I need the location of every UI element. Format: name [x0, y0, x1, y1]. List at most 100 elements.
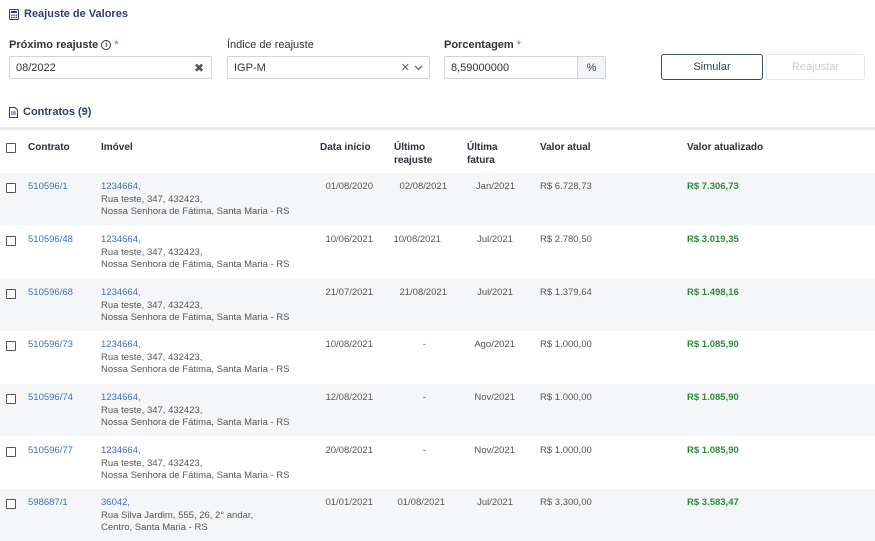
- address-line1: Rua teste, 347, 432423,: [101, 193, 203, 205]
- percent-addon: %: [577, 57, 605, 78]
- table-row[interactable]: 598687/1 36042, Rua Silva Jardim, 555, 2…: [0, 489, 875, 541]
- address-line1: Rua teste, 347, 432423,: [101, 457, 203, 469]
- next-adjustment-label: Próximo reajuste i *: [9, 39, 119, 51]
- property-link[interactable]: 1234664,: [101, 339, 141, 350]
- simulate-button[interactable]: Simular: [661, 54, 763, 80]
- address-line2: Nossa Senhora de Fátima, Santa Maria - R…: [101, 364, 290, 375]
- updated-value: R$ 1.085,90: [687, 339, 739, 350]
- start-date: 01/01/2021: [325, 497, 373, 508]
- divider: [0, 127, 875, 130]
- row-checkbox[interactable]: [6, 447, 16, 457]
- info-icon[interactable]: i: [101, 40, 112, 50]
- contract-link[interactable]: 510596/48: [28, 234, 73, 247]
- table-row[interactable]: 510596/48 1234664, Rua teste, 347, 43242…: [0, 226, 875, 278]
- next-adjustment-value[interactable]: 08/2022: [10, 62, 194, 74]
- property-cell: 1234664, Rua teste, 347, 432423, Nossa S…: [101, 339, 290, 377]
- last-invoice: Nov/2021: [474, 445, 515, 456]
- property-link[interactable]: 1234664,: [101, 445, 141, 456]
- current-value: R$ 6.728,73: [540, 181, 592, 192]
- header-start-date[interactable]: Data início: [320, 141, 371, 154]
- contracts-title: Contratos (9): [23, 106, 92, 118]
- page-header: Reajuste de Valores: [9, 7, 128, 21]
- updated-value: R$ 3.583,47: [687, 497, 739, 508]
- clear-icon[interactable]: ✕: [401, 61, 410, 74]
- header-last-adjustment-line2: reajuste: [394, 155, 433, 166]
- table-row[interactable]: 510596/74 1234664, Rua teste, 347, 43242…: [0, 384, 875, 436]
- calculator-icon: [9, 8, 19, 20]
- property-cell: 1234664, Rua teste, 347, 432423, Nossa S…: [101, 445, 290, 483]
- start-date: 20/08/2021: [325, 445, 373, 456]
- header-last-invoice[interactable]: Última fatura: [467, 141, 498, 167]
- contract-link[interactable]: 598687/1: [28, 497, 68, 510]
- last-adjustment: 01/08/2021: [397, 497, 445, 508]
- index-label-text: Índice de reajuste: [227, 39, 314, 51]
- contract-link[interactable]: 510596/73: [28, 339, 73, 352]
- property-cell: 1234664, Rua teste, 347, 432423, Nossa S…: [101, 234, 290, 272]
- row-checkbox[interactable]: [6, 289, 16, 299]
- updated-value: R$ 1.085,90: [687, 392, 739, 403]
- current-value: R$ 1.000,00: [540, 392, 592, 403]
- table-row[interactable]: 510596/1 1234664, Rua teste, 347, 432423…: [0, 173, 875, 225]
- page-title: Reajuste de Valores: [24, 8, 128, 20]
- header-property[interactable]: Imóvel: [101, 141, 133, 154]
- contract-link[interactable]: 510596/74: [28, 392, 73, 405]
- adjust-button[interactable]: Reajustar: [766, 54, 865, 80]
- address-line2: Nossa Senhora de Fátima, Santa Maria - R…: [101, 312, 290, 323]
- property-link[interactable]: 1234664,: [101, 181, 141, 192]
- next-adjustment-input[interactable]: 08/2022 ✖: [9, 56, 212, 79]
- address-line2: Nossa Senhora de Fátima, Santa Maria - R…: [101, 259, 290, 270]
- address-line1: Rua Silva Jardim, 555, 26, 2° andar,: [101, 509, 254, 521]
- row-checkbox[interactable]: [6, 341, 16, 351]
- header-updated-value[interactable]: Valor atualizado: [687, 141, 763, 154]
- row-checkbox[interactable]: [6, 236, 16, 246]
- header-last-adjustment[interactable]: Último reajuste: [394, 141, 432, 167]
- last-adjustment: 10/08/2021: [393, 234, 441, 245]
- percentage-input[interactable]: 8,59000000 %: [444, 56, 606, 79]
- address-line2: Centro, Santa Maria - RS: [101, 522, 208, 533]
- row-checkbox[interactable]: [6, 183, 16, 193]
- required-mark: *: [516, 39, 521, 51]
- last-invoice: Jan/2021: [475, 181, 515, 192]
- start-date: 10/06/2021: [325, 234, 373, 245]
- last-adjustment: -: [422, 445, 426, 456]
- table-row[interactable]: 510596/77 1234664, Rua teste, 347, 43242…: [0, 437, 875, 489]
- index-label: Índice de reajuste: [227, 39, 314, 51]
- required-mark: *: [114, 39, 119, 51]
- address-line1: Rua teste, 347, 432423,: [101, 299, 203, 311]
- current-value: R$ 1.000,00: [540, 445, 592, 456]
- contract-link[interactable]: 510596/68: [28, 287, 73, 300]
- clear-icon[interactable]: ✖: [194, 61, 211, 75]
- property-cell: 1234664, Rua teste, 347, 432423, Nossa S…: [101, 392, 290, 430]
- select-all-checkbox[interactable]: [6, 143, 16, 153]
- header-current-value[interactable]: Valor atual: [540, 141, 591, 154]
- last-adjustment: -: [422, 392, 426, 403]
- chevron-down-icon[interactable]: [414, 65, 423, 71]
- address-line2: Nossa Senhora de Fátima, Santa Maria - R…: [101, 206, 290, 217]
- percentage-label: Porcentagem *: [444, 39, 521, 51]
- property-link[interactable]: 1234664,: [101, 392, 141, 403]
- property-link[interactable]: 1234664,: [101, 287, 141, 298]
- last-invoice: Jul/2021: [477, 497, 513, 508]
- table-row[interactable]: 510596/68 1234664, Rua teste, 347, 43242…: [0, 279, 875, 331]
- start-date: 21/07/2021: [325, 287, 373, 298]
- select-controls: ✕: [401, 61, 429, 74]
- index-value[interactable]: IGP-M: [228, 62, 401, 74]
- property-cell: 36042, Rua Silva Jardim, 555, 26, 2° and…: [101, 497, 253, 535]
- last-adjustment: 21/08/2021: [399, 287, 447, 298]
- property-link[interactable]: 1234664,: [101, 234, 141, 245]
- contract-link[interactable]: 510596/77: [28, 445, 73, 458]
- percentage-label-text: Porcentagem: [444, 39, 514, 51]
- contracts-heading: Contratos (9): [9, 106, 91, 118]
- row-checkbox[interactable]: [6, 499, 16, 509]
- contract-link[interactable]: 510596/1: [28, 181, 68, 194]
- property-link[interactable]: 36042,: [101, 497, 130, 508]
- row-checkbox[interactable]: [6, 394, 16, 404]
- next-adjustment-label-text: Próximo reajuste: [9, 39, 99, 51]
- table-row[interactable]: 510596/73 1234664, Rua teste, 347, 43242…: [0, 331, 875, 383]
- last-invoice: Jul/2021: [477, 287, 513, 298]
- index-select[interactable]: IGP-M ✕: [227, 56, 430, 79]
- header-contract[interactable]: Contrato: [28, 141, 70, 154]
- last-invoice: Nov/2021: [474, 392, 515, 403]
- last-invoice: Jul/2021: [477, 234, 513, 245]
- percentage-value[interactable]: 8,59000000: [445, 62, 577, 74]
